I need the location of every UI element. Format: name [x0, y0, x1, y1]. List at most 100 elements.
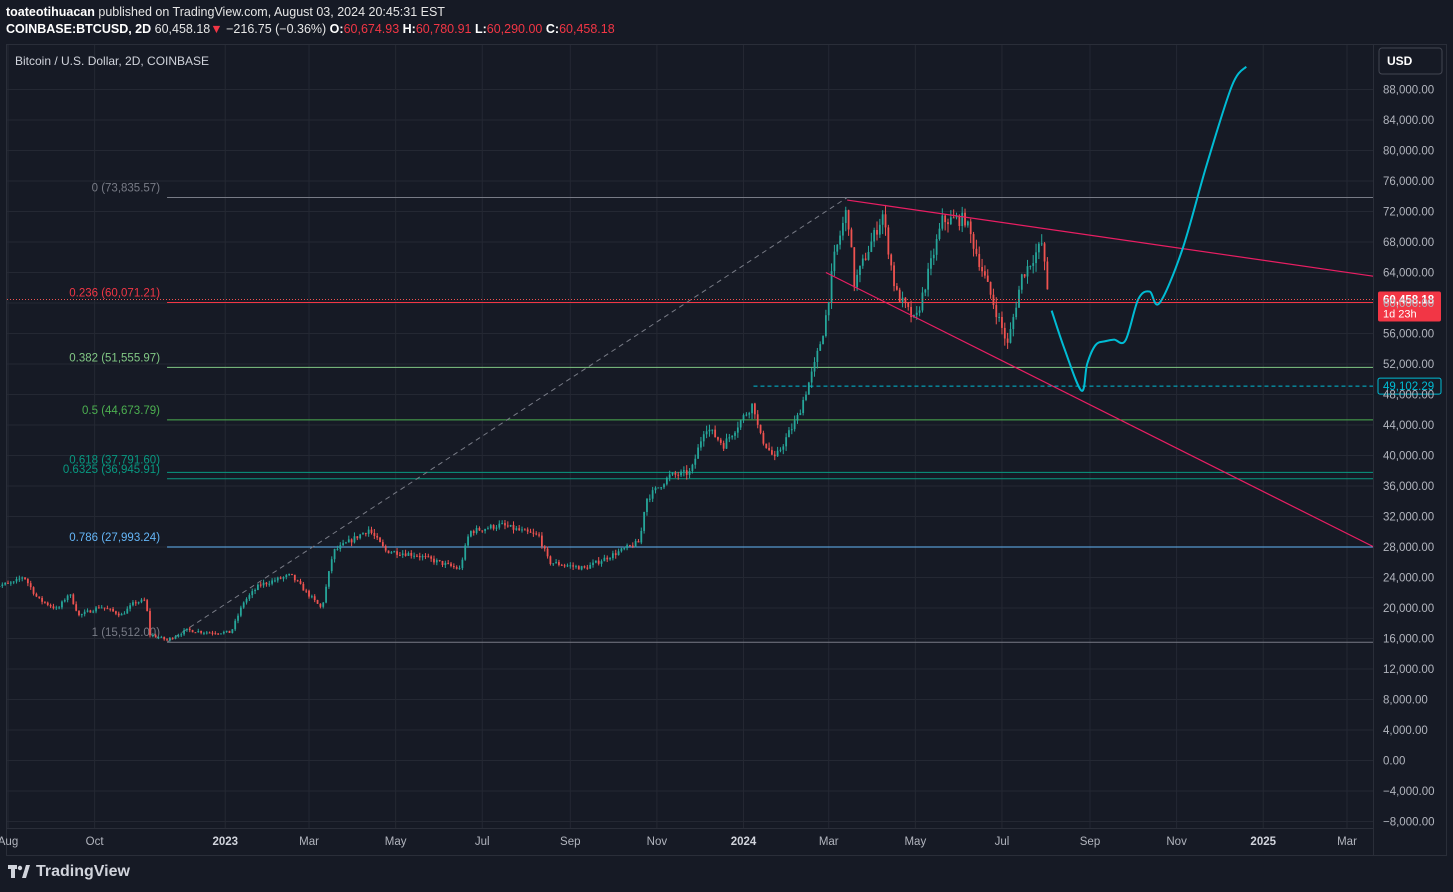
currency-button[interactable]: USD	[1378, 47, 1443, 75]
candle-body	[259, 584, 262, 586]
candle-body	[546, 548, 549, 557]
candle-body	[220, 633, 222, 635]
candle-body	[895, 286, 898, 290]
candle-body	[157, 637, 160, 639]
candle-body	[873, 229, 876, 242]
candle-body	[117, 613, 120, 616]
drawings[interactable]: 49,102.2960,458.181d 23h	[7, 65, 1442, 548]
candle-body	[433, 558, 435, 563]
candle-body	[839, 235, 841, 245]
price-axis[interactable]: 88,000.00 84,000.00 80,000.00 76,000.00 72,0…	[1373, 45, 1435, 856]
candle-body	[478, 528, 481, 531]
candle-body	[853, 247, 856, 288]
price-axis-tick-label: 64,000.00	[1383, 268, 1434, 280]
candle-body	[626, 545, 628, 549]
candle-body	[773, 454, 776, 457]
candle-body	[1012, 317, 1015, 330]
candle-body	[876, 229, 878, 235]
candle-body	[705, 431, 708, 435]
candle-body	[725, 438, 728, 449]
candle-body	[938, 228, 941, 240]
candle-body	[49, 605, 52, 607]
candle-body	[805, 394, 807, 400]
fib-level-label: 0 (73,835.57)	[92, 183, 161, 195]
candle-body	[861, 258, 864, 266]
candle-body	[833, 251, 836, 272]
candle-body	[955, 216, 958, 218]
price-chart[interactable]: 0 (73,835.57) 0.236 (60,071.21) 0.382 (51,…	[0, 0, 1453, 892]
candle-body	[867, 251, 870, 260]
candle-body	[234, 620, 237, 630]
candle-body	[668, 474, 671, 478]
candle-body	[563, 565, 566, 567]
candle-body	[410, 552, 413, 556]
candle-body	[55, 607, 58, 609]
candle-body	[878, 224, 881, 235]
candle-body	[998, 316, 1001, 318]
candle-body	[293, 574, 296, 581]
candle-body	[694, 458, 697, 465]
candle-body	[203, 632, 205, 634]
footer: TradingView	[0, 858, 1453, 892]
candle-body	[592, 562, 594, 565]
candle-body	[7, 582, 9, 584]
candle-body	[549, 556, 552, 564]
candle-body	[682, 470, 685, 472]
candle-body	[824, 315, 827, 337]
candle-body	[586, 567, 589, 569]
candle-body	[671, 472, 674, 475]
candle-body	[776, 450, 779, 457]
time-axis-tick-label: Mar	[299, 836, 319, 848]
candle-body	[890, 254, 893, 266]
candle-body	[836, 244, 839, 252]
candle-body	[379, 537, 381, 543]
price-axis-tick-label: 28,000.00	[1383, 542, 1434, 554]
candle-body	[461, 559, 464, 569]
candle-body	[700, 441, 702, 448]
candle-body	[467, 536, 469, 546]
candle-body	[790, 429, 793, 431]
candle-body	[688, 470, 691, 475]
price-axis-tick-label: 20,000.00	[1383, 603, 1434, 615]
candle-body	[274, 580, 276, 582]
candle-body	[898, 289, 901, 302]
candle-body	[651, 490, 654, 499]
candle-body	[1023, 274, 1026, 277]
candle-body	[390, 552, 393, 554]
tradingview-logo[interactable]: TradingView	[8, 863, 130, 881]
candle-body	[657, 487, 660, 489]
candle-body	[95, 607, 97, 612]
time-axis-tick-label: May	[904, 836, 926, 848]
candle-body	[935, 239, 938, 255]
candle-body	[15, 578, 18, 582]
candle-body	[288, 573, 291, 576]
candle-body	[24, 577, 26, 580]
candle-body	[978, 253, 981, 267]
candle-body	[859, 265, 861, 275]
candle-body	[1001, 316, 1003, 328]
last-price-countdown: 1d 23h	[1383, 309, 1417, 321]
candle-body	[643, 512, 646, 531]
candle-body	[1040, 243, 1043, 245]
candle-body	[46, 602, 49, 606]
candle-body	[319, 603, 322, 607]
candle-body	[279, 577, 282, 579]
time-axis[interactable]: Aug Oct 2023 Mar May Jul Sep Nov 2024 Mar May Jul Se…	[0, 828, 1373, 849]
candle-body	[947, 222, 949, 225]
candle-body	[271, 580, 274, 584]
candle-body	[674, 472, 677, 475]
candle-body	[739, 420, 742, 428]
candle-body	[228, 630, 231, 633]
candle-body	[211, 632, 214, 634]
candle-body	[575, 566, 577, 568]
price-axis-tick-label: 52,000.00	[1383, 359, 1434, 371]
candle-body	[529, 531, 532, 533]
candle-body	[498, 523, 501, 528]
candle-body	[103, 607, 106, 609]
candle-body	[4, 582, 7, 585]
candle-body	[975, 248, 978, 254]
candle-body	[134, 602, 137, 604]
price-axis-tick-label: −4,000.00	[1383, 786, 1434, 798]
candle-body	[623, 548, 626, 550]
candle-body	[782, 446, 785, 450]
